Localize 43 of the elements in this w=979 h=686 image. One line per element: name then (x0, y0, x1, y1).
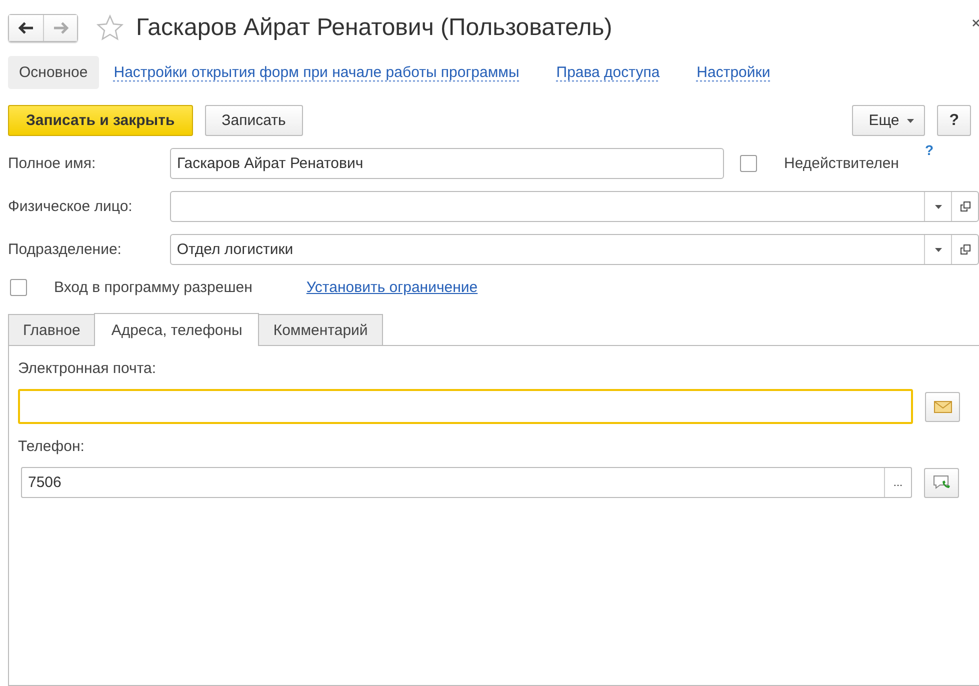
help-button[interactable]: ? (937, 105, 971, 136)
tab[interactable]: Комментарий (258, 314, 383, 345)
caret-icon (934, 204, 942, 208)
back-arrow-icon (18, 22, 34, 34)
section-link[interactable]: Настройки (686, 56, 782, 89)
envelope-icon (934, 400, 952, 412)
open-window-icon (960, 244, 970, 255)
back-button[interactable] (9, 15, 43, 41)
select-field[interactable] (170, 191, 979, 222)
caret-icon (934, 248, 942, 252)
speech-phone-icon (932, 474, 950, 490)
section-link[interactable]: Настройки открытия форм при начале работы программы (102, 56, 530, 89)
phone-field[interactable]: 7506 ... (21, 467, 912, 498)
restriction-link[interactable]: Установить ограничение (306, 278, 478, 296)
checkbox-label: Вход в программу разрешен (54, 278, 252, 296)
field-label: Полное имя: (8, 155, 97, 172)
save-and-close-button[interactable]: Записать и закрыть (8, 105, 193, 136)
checkbox[interactable] (740, 155, 757, 172)
window-title: Гаскаров Айрат Ренатович (Пользователь) (136, 14, 612, 42)
email-field[interactable] (18, 389, 913, 424)
section-link[interactable]: Основное (8, 56, 99, 89)
open-window-icon (960, 201, 970, 212)
help-link[interactable]: ? (924, 142, 934, 158)
caret-icon (907, 118, 914, 122)
field-label: Электронная почта: (18, 360, 158, 377)
section-link[interactable]: Права доступа (545, 56, 671, 89)
select-field[interactable]: Отдел логистики (170, 234, 979, 265)
save-button[interactable]: Записать (204, 105, 303, 136)
field-label: Подразделение: (8, 241, 122, 258)
close-icon[interactable] (971, 18, 979, 28)
tab[interactable]: Адреса, телефоны (94, 313, 260, 346)
field-label: Физическое лицо: (8, 198, 134, 215)
checkbox-label: Недействителен (784, 155, 899, 172)
tab[interactable]: Главное (8, 314, 96, 345)
text-field[interactable]: Гаскаров Айрат Ренатович (170, 148, 724, 179)
checkbox[interactable] (10, 278, 27, 296)
field-label: Телефон: (18, 438, 86, 455)
send-email-button[interactable] (925, 392, 960, 422)
call-button[interactable] (924, 468, 959, 498)
forward-arrow-icon (52, 22, 68, 34)
select-button[interactable]: ... (884, 468, 911, 497)
star-icon[interactable] (96, 14, 124, 42)
more-button[interactable]: Еще (852, 105, 926, 136)
